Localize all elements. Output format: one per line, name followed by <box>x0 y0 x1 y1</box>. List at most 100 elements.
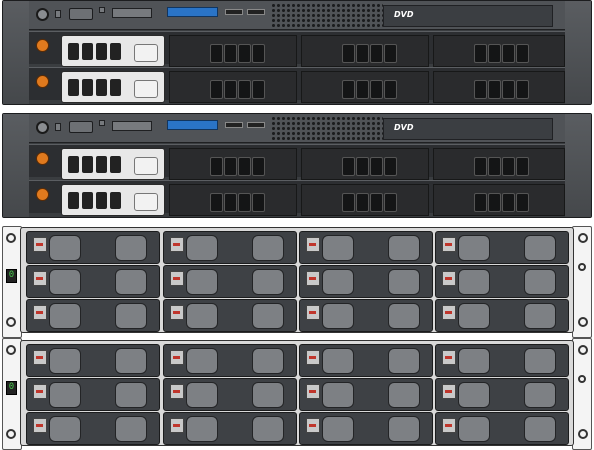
power-button[interactable] <box>36 121 49 134</box>
drive-bay[interactable] <box>26 344 160 377</box>
rack-ear-left <box>3 114 29 217</box>
blank-slot <box>169 35 297 67</box>
fault-led <box>36 152 49 165</box>
lcd-buttons[interactable] <box>112 121 152 131</box>
usb-port-2 <box>247 122 265 128</box>
mount-hole <box>578 233 588 243</box>
drive-carrier-2[interactable] <box>61 71 165 103</box>
drive-carrier-2[interactable] <box>61 184 165 216</box>
drive-bay[interactable] <box>163 412 297 445</box>
dvd-logo: DVD <box>394 123 414 132</box>
drive-bay[interactable] <box>435 378 569 411</box>
drive-bay[interactable] <box>26 265 160 298</box>
status-indicator-icon <box>578 375 586 383</box>
usb-port-2 <box>247 9 265 15</box>
mount-hole <box>578 429 588 439</box>
blank-slot <box>433 184 565 216</box>
enclosure-ear-right <box>572 226 592 338</box>
enclosure-id-display: 0 <box>6 381 17 395</box>
drive-bay[interactable] <box>163 299 297 332</box>
blank-slot <box>433 35 565 67</box>
blank-slot <box>301 35 429 67</box>
drive-bay[interactable] <box>435 412 569 445</box>
blank-slot <box>169 184 297 216</box>
server-top-strip: DVD <box>29 114 565 143</box>
lcd-panel <box>167 120 218 130</box>
drive-bay[interactable] <box>299 344 433 377</box>
blank-slot <box>301 148 429 180</box>
mount-hole <box>578 345 588 355</box>
status-led-group <box>36 152 49 165</box>
drive-bay[interactable] <box>299 231 433 264</box>
mount-hole <box>6 233 16 243</box>
drive-carrier-1[interactable] <box>61 35 165 67</box>
lcd-panel <box>167 7 218 17</box>
vga-port <box>69 121 93 133</box>
drive-bay[interactable] <box>299 412 433 445</box>
mount-hole <box>578 317 588 327</box>
drive-bay[interactable] <box>299 265 433 298</box>
vga-port <box>69 8 93 20</box>
fault-led <box>36 39 49 52</box>
lcd-buttons[interactable] <box>112 8 152 18</box>
blank-slot <box>433 148 565 180</box>
fault-led-2 <box>36 75 49 88</box>
drive-bay[interactable] <box>163 265 297 298</box>
carrier-latch[interactable] <box>134 193 158 211</box>
blank-slot <box>301 71 429 103</box>
enclosure-ear-right <box>572 338 592 450</box>
enclosure-ear-left: 0 <box>2 226 22 338</box>
vent-grille <box>271 3 383 27</box>
rack-ear-right <box>565 114 591 217</box>
fault-led-2 <box>36 188 49 201</box>
rack-ear-left <box>3 1 29 104</box>
drive-bay[interactable] <box>435 265 569 298</box>
drive-bay[interactable] <box>435 299 569 332</box>
drive-bay[interactable] <box>435 231 569 264</box>
drive-bay[interactable] <box>435 344 569 377</box>
drive-bay[interactable] <box>26 412 160 445</box>
carrier-latch[interactable] <box>134 80 158 98</box>
power-button[interactable] <box>36 8 49 21</box>
blank-slot <box>301 184 429 216</box>
carrier-latch[interactable] <box>134 44 158 62</box>
drive-bay[interactable] <box>163 231 297 264</box>
server-2: DVD <box>2 113 592 218</box>
status-led-group-2 <box>36 75 49 88</box>
dvd-logo: DVD <box>394 10 414 19</box>
drive-bay[interactable] <box>26 378 160 411</box>
enclosure-id-display: 0 <box>6 269 17 283</box>
carrier-latch[interactable] <box>134 157 158 175</box>
status-led-group-2 <box>36 188 49 201</box>
drive-bay[interactable] <box>299 378 433 411</box>
blank-slot <box>169 71 297 103</box>
server-top-strip: DVD <box>29 1 565 30</box>
server-1: DVD <box>2 0 592 105</box>
id-button[interactable] <box>55 123 61 131</box>
storage-enclosure-1 <box>20 227 574 333</box>
enclosure-ear-left: 0 <box>2 338 22 450</box>
mount-hole <box>6 317 16 327</box>
drive-bay[interactable] <box>163 344 297 377</box>
drive-bay[interactable] <box>26 299 160 332</box>
drive-carrier-1[interactable] <box>61 148 165 180</box>
dvd-drive[interactable]: DVD <box>383 5 553 27</box>
rack-ear-right <box>565 1 591 104</box>
usb-port-1 <box>225 122 243 128</box>
status-led-group <box>36 39 49 52</box>
mount-hole <box>6 345 16 355</box>
dvd-drive[interactable]: DVD <box>383 118 553 140</box>
small-indicator-icon <box>99 7 105 13</box>
vent-grille <box>271 116 383 140</box>
id-button[interactable] <box>55 10 61 18</box>
mount-hole <box>6 429 16 439</box>
blank-slot <box>433 71 565 103</box>
small-indicator-icon <box>99 120 105 126</box>
status-indicator-icon <box>578 263 586 271</box>
drive-bay[interactable] <box>26 231 160 264</box>
storage-enclosure-2 <box>20 340 574 446</box>
usb-port-1 <box>225 9 243 15</box>
drive-bay[interactable] <box>163 378 297 411</box>
drive-bay[interactable] <box>299 299 433 332</box>
blank-slot <box>169 148 297 180</box>
